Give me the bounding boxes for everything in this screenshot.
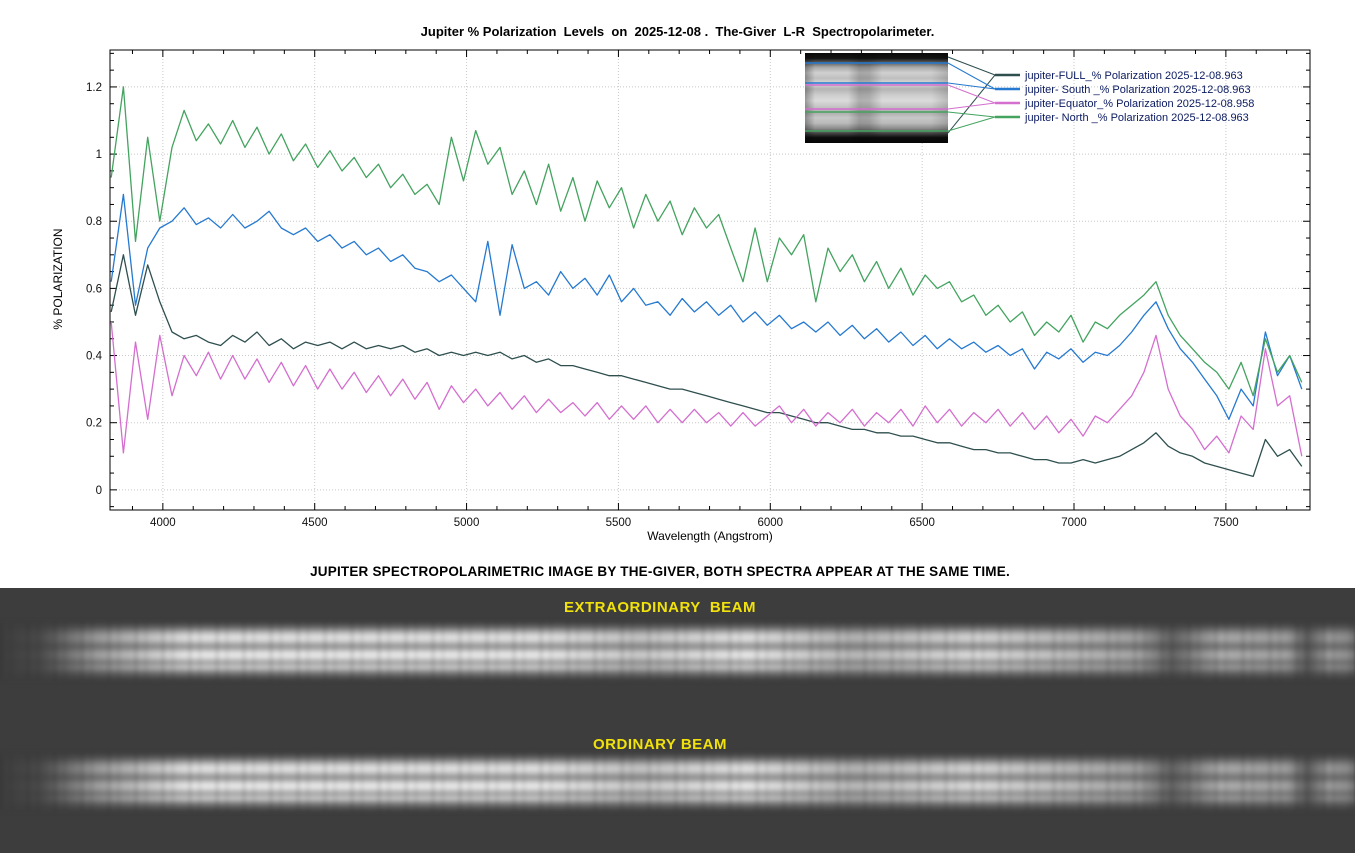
legend-inset-image <box>805 53 948 143</box>
x-tick-label: 5500 <box>606 517 632 529</box>
extraordinary-beam-spectrum <box>0 622 1355 680</box>
y-axis-label: % POLARIZATION <box>51 164 65 394</box>
legend: jupiter-FULL_% Polarization 2025-12-08.9… <box>995 70 1254 124</box>
x-tick-label: 7500 <box>1213 517 1239 529</box>
x-tick-label: 4500 <box>302 517 328 529</box>
legend-connector <box>948 112 995 117</box>
y-tick-label: 0.6 <box>86 283 102 295</box>
series-line-0 <box>111 255 1302 477</box>
y-tick-label: 1.2 <box>86 82 102 94</box>
legend-connector-lines <box>948 57 995 133</box>
bottom-caption: JUPITER SPECTROPOLARIMETRIC IMAGE BY THE… <box>0 564 1320 579</box>
series-line-3 <box>111 87 1302 396</box>
y-tick-label: 1 <box>96 149 102 161</box>
polarization-chart: 4000 4500 5000 5500 6000 6500 7000 7500 0 0.2 0.4 0… <box>0 0 1355 560</box>
x-tick-label: 6500 <box>909 517 935 529</box>
y-tick-label: 0.2 <box>86 418 102 430</box>
x-axis-label: Wavelength (Angstrom) <box>110 529 1310 543</box>
x-tick-label: 4000 <box>150 517 176 529</box>
data-series <box>111 87 1302 477</box>
legend-label: jupiter-FULL_% Polarization 2025-12-08.9… <box>1024 70 1243 82</box>
x-tick-label: 5000 <box>454 517 480 529</box>
ordinary-beam-spectrum <box>0 753 1355 811</box>
x-tick-label: 7000 <box>1061 517 1087 529</box>
x-tick-label: 6000 <box>757 517 783 529</box>
axis-tick-labels: 4000 4500 5000 5500 6000 6500 7000 7500 0 0.2 0.4 0… <box>86 82 1239 529</box>
legend-connector <box>948 63 995 89</box>
y-tick-label: 0 <box>96 485 102 497</box>
ordinary-beam-label: ORDINARY BEAM <box>0 736 1320 753</box>
page: Jupiter % Polarization Levels on 2025-12… <box>0 0 1355 853</box>
legend-label: jupiter- South _% Polarization 2025-12-0… <box>1024 84 1251 96</box>
legend-label: jupiter-Equator_% Polarization 2025-12-0… <box>1024 98 1254 110</box>
y-tick-label: 0.4 <box>86 351 103 363</box>
spectropolarimetric-image-panel: EXTRAORDINARY BEAM ORDINARY BEAM <box>0 588 1355 853</box>
legend-label: jupiter- North _% Polarization 2025-12-0… <box>1024 112 1249 124</box>
y-tick-label: 0.8 <box>86 216 102 228</box>
extraordinary-beam-label: EXTRAORDINARY BEAM <box>0 599 1320 616</box>
legend-connector <box>948 57 995 75</box>
